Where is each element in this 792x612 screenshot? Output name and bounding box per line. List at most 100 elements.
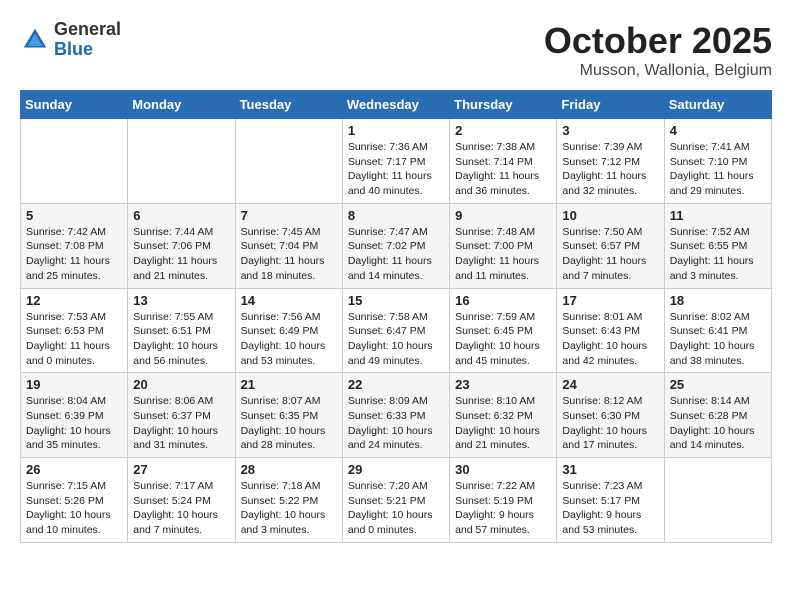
day-info: Sunrise: 8:09 AM Sunset: 6:33 PM Dayligh… [348, 394, 444, 453]
logo: General Blue [20, 20, 121, 60]
day-info: Sunrise: 8:04 AM Sunset: 6:39 PM Dayligh… [26, 394, 122, 453]
calendar-cell: 27Sunrise: 7:17 AM Sunset: 5:24 PM Dayli… [128, 458, 235, 543]
calendar-cell: 28 Sunrise: 7:18 AM Sunset: 5:22 PM Dayli… [235, 458, 342, 543]
day-info: Sunrise: 8:12 AM Sunset: 6:30 PM Dayligh… [562, 394, 658, 453]
calendar-cell [128, 119, 235, 204]
day-info: Sunrise: 7:53 AM Sunset: 6:53 PM Dayligh… [26, 310, 122, 369]
calendar-cell: 12Sunrise: 7:53 AM Sunset: 6:53 PM Dayli… [21, 288, 128, 373]
day-info: Sunrise: 7:15 AM Sunset: 5:26 PM Dayligh… [26, 479, 122, 538]
day-number: 31 [562, 462, 658, 477]
day-info: Sunrise: 7:55 AM Sunset: 6:51 PM Dayligh… [133, 310, 229, 369]
day-info: Sunrise: 8:07 AM Sunset: 6:35 PM Dayligh… [241, 394, 337, 453]
calendar-cell: 29 Sunrise: 7:20 AM Sunset: 5:21 PM Dayli… [342, 458, 449, 543]
day-header-thursday: Thursday [450, 91, 557, 119]
calendar-cell: 9 Sunrise: 7:48 AM Sunset: 7:00 PM Daylig… [450, 203, 557, 288]
day-info: Sunrise: 7:56 AM Sunset: 6:49 PM Dayligh… [241, 310, 337, 369]
calendar-cell: 5 Sunrise: 7:42 AM Sunset: 7:08 PM Daylig… [21, 203, 128, 288]
day-info: Sunrise: 7:45 AM Sunset: 7:04 PM Dayligh… [241, 225, 337, 284]
day-number: 5 [26, 208, 122, 223]
calendar-cell: 26 Sunrise: 7:15 AM Sunset: 5:26 PM Dayli… [21, 458, 128, 543]
month-title: October 2025 [544, 20, 772, 62]
day-info: Sunrise: 8:10 AM Sunset: 6:32 PM Dayligh… [455, 394, 551, 453]
calendar-cell [664, 458, 771, 543]
day-header-wednesday: Wednesday [342, 91, 449, 119]
day-info: Sunrise: 7:48 AM Sunset: 7:00 PM Dayligh… [455, 225, 551, 284]
day-number: 18 [670, 293, 766, 308]
day-number: 9 [455, 208, 551, 223]
day-info: Sunrise: 7:42 AM Sunset: 7:08 PM Dayligh… [26, 225, 122, 284]
day-info: Sunrise: 8:06 AM Sunset: 6:37 PM Dayligh… [133, 394, 229, 453]
day-number: 10 [562, 208, 658, 223]
day-info: Sunrise: 8:02 AM Sunset: 6:41 PM Dayligh… [670, 310, 766, 369]
day-info: Sunrise: 8:01 AM Sunset: 6:43 PM Dayligh… [562, 310, 658, 369]
calendar-cell: 4 Sunrise: 7:41 AM Sunset: 7:10 PM Daylig… [664, 119, 771, 204]
calendar-cell: 20 Sunrise: 8:06 AM Sunset: 6:37 PM Dayli… [128, 373, 235, 458]
calendar-week-5: 26 Sunrise: 7:15 AM Sunset: 5:26 PM Dayli… [21, 458, 772, 543]
day-header-friday: Friday [557, 91, 664, 119]
day-number: 22 [348, 377, 444, 392]
day-number: 19 [26, 377, 122, 392]
day-info: Sunrise: 7:41 AM Sunset: 7:10 PM Dayligh… [670, 140, 766, 199]
calendar-cell: 10 Sunrise: 7:50 AM Sunset: 6:57 PM Dayli… [557, 203, 664, 288]
day-number: 28 [241, 462, 337, 477]
calendar-cell [21, 119, 128, 204]
day-number: 1 [348, 123, 444, 138]
day-number: 16 [455, 293, 551, 308]
day-number: 7 [241, 208, 337, 223]
day-number: 14 [241, 293, 337, 308]
day-info: Sunrise: 7:50 AM Sunset: 6:57 PM Dayligh… [562, 225, 658, 284]
day-info: Sunrise: 7:59 AM Sunset: 6:45 PM Dayligh… [455, 310, 551, 369]
day-info: Sunrise: 7:44 AM Sunset: 7:06 PM Dayligh… [133, 225, 229, 284]
day-info: Sunrise: 7:52 AM Sunset: 6:55 PM Dayligh… [670, 225, 766, 284]
day-number: 21 [241, 377, 337, 392]
day-header-monday: Monday [128, 91, 235, 119]
calendar-cell: 18 Sunrise: 8:02 AM Sunset: 6:41 PM Dayli… [664, 288, 771, 373]
day-number: 3 [562, 123, 658, 138]
day-header-sunday: Sunday [21, 91, 128, 119]
page-header: General Blue October 2025 Musson, Wallon… [20, 20, 772, 80]
day-info: Sunrise: 7:22 AM Sunset: 5:19 PM Dayligh… [455, 479, 551, 538]
day-number: 4 [670, 123, 766, 138]
calendar-cell: 31 Sunrise: 7:23 AM Sunset: 5:17 PM Dayli… [557, 458, 664, 543]
calendar-cell: 14 Sunrise: 7:56 AM Sunset: 6:49 PM Dayli… [235, 288, 342, 373]
day-number: 27 [133, 462, 229, 477]
logo-text: General Blue [54, 20, 121, 60]
calendar-cell: 19 Sunrise: 8:04 AM Sunset: 6:39 PM Dayli… [21, 373, 128, 458]
title-section: October 2025 Musson, Wallonia, Belgium [544, 20, 772, 80]
day-number: 20 [133, 377, 229, 392]
calendar-cell: 21 Sunrise: 8:07 AM Sunset: 6:35 PM Dayli… [235, 373, 342, 458]
day-info: Sunrise: 7:20 AM Sunset: 5:21 PM Dayligh… [348, 479, 444, 538]
calendar-cell: 2Sunrise: 7:38 AM Sunset: 7:14 PM Daylig… [450, 119, 557, 204]
day-header-saturday: Saturday [664, 91, 771, 119]
day-info: Sunrise: 7:18 AM Sunset: 5:22 PM Dayligh… [241, 479, 337, 538]
day-info: Sunrise: 7:23 AM Sunset: 5:17 PM Dayligh… [562, 479, 658, 538]
day-number: 29 [348, 462, 444, 477]
day-number: 2 [455, 123, 551, 138]
day-number: 26 [26, 462, 122, 477]
calendar-cell: 7 Sunrise: 7:45 AM Sunset: 7:04 PM Daylig… [235, 203, 342, 288]
day-number: 17 [562, 293, 658, 308]
day-number: 13 [133, 293, 229, 308]
day-info: Sunrise: 8:14 AM Sunset: 6:28 PM Dayligh… [670, 394, 766, 453]
day-info: Sunrise: 7:47 AM Sunset: 7:02 PM Dayligh… [348, 225, 444, 284]
calendar-week-1: 1 Sunrise: 7:36 AM Sunset: 7:17 PM Daylig… [21, 119, 772, 204]
day-number: 24 [562, 377, 658, 392]
calendar-cell: 23Sunrise: 8:10 AM Sunset: 6:32 PM Dayli… [450, 373, 557, 458]
day-number: 11 [670, 208, 766, 223]
day-header-tuesday: Tuesday [235, 91, 342, 119]
calendar-cell: 17 Sunrise: 8:01 AM Sunset: 6:43 PM Dayli… [557, 288, 664, 373]
day-number: 6 [133, 208, 229, 223]
calendar-cell: 24 Sunrise: 8:12 AM Sunset: 6:30 PM Dayli… [557, 373, 664, 458]
day-info: Sunrise: 7:36 AM Sunset: 7:17 PM Dayligh… [348, 140, 444, 199]
day-info: Sunrise: 7:39 AM Sunset: 7:12 PM Dayligh… [562, 140, 658, 199]
calendar-cell [235, 119, 342, 204]
day-number: 15 [348, 293, 444, 308]
calendar-cell: 6 Sunrise: 7:44 AM Sunset: 7:06 PM Daylig… [128, 203, 235, 288]
calendar-cell: 15Sunrise: 7:58 AM Sunset: 6:47 PM Dayli… [342, 288, 449, 373]
calendar-cell: 30Sunrise: 7:22 AM Sunset: 5:19 PM Dayli… [450, 458, 557, 543]
calendar-cell: 11 Sunrise: 7:52 AM Sunset: 6:55 PM Dayli… [664, 203, 771, 288]
calendar: SundayMondayTuesdayWednesdayThursdayFrid… [20, 90, 772, 543]
calendar-cell: 25Sunrise: 8:14 AM Sunset: 6:28 PM Dayli… [664, 373, 771, 458]
calendar-cell: 3 Sunrise: 7:39 AM Sunset: 7:12 PM Daylig… [557, 119, 664, 204]
calendar-cell: 8Sunrise: 7:47 AM Sunset: 7:02 PM Daylig… [342, 203, 449, 288]
